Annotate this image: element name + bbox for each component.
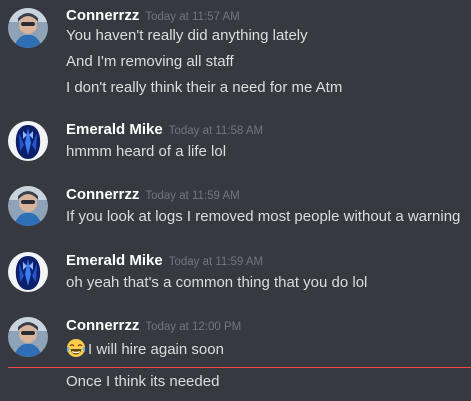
message-text: I don't really think their a need for me… <box>66 79 343 96</box>
avatar-image <box>8 121 48 161</box>
new-messages-divider <box>8 367 471 368</box>
avatar[interactable] <box>8 252 48 292</box>
username[interactable]: Emerald Mike <box>66 252 163 269</box>
message-text: If you look at logs I removed most peopl… <box>66 208 461 225</box>
avatar-image <box>8 317 48 357</box>
chat-messages: Connerrzz Today at 11:57 AM You haven't r… <box>0 0 471 401</box>
avatar[interactable] <box>8 186 48 226</box>
username[interactable]: Emerald Mike <box>66 121 163 138</box>
avatar-image <box>8 8 48 48</box>
message-text: And I'm removing all staff <box>66 53 234 70</box>
message-text: You haven't really did anything lately <box>66 27 308 44</box>
avatar[interactable] <box>8 317 48 357</box>
timestamp: Today at 11:57 AM <box>145 11 240 23</box>
timestamp: Today at 11:59 AM <box>168 256 264 268</box>
message-text: Once I think its needed <box>66 373 220 390</box>
avatar[interactable] <box>8 121 48 161</box>
avatar-image <box>8 252 48 292</box>
username[interactable]: Connerrzz <box>66 186 139 203</box>
message-line: I will hire again soon <box>66 338 467 360</box>
message-text: oh yeah that's a common thing that you d… <box>66 274 368 291</box>
message-text: I will hire again soon <box>88 341 224 358</box>
timestamp: Today at 11:58 AM <box>168 125 264 137</box>
avatar[interactable] <box>8 8 48 48</box>
timestamp: Today at 11:59 AM <box>145 190 240 202</box>
avatar-image <box>8 186 48 226</box>
timestamp: Today at 12:00 PM <box>145 321 242 333</box>
username[interactable]: Connerrzz <box>66 317 139 334</box>
face-with-tears-of-joy-icon <box>66 339 86 357</box>
message-text: hmmm heard of a life lol <box>66 143 227 160</box>
username[interactable]: Connerrzz <box>66 7 139 24</box>
